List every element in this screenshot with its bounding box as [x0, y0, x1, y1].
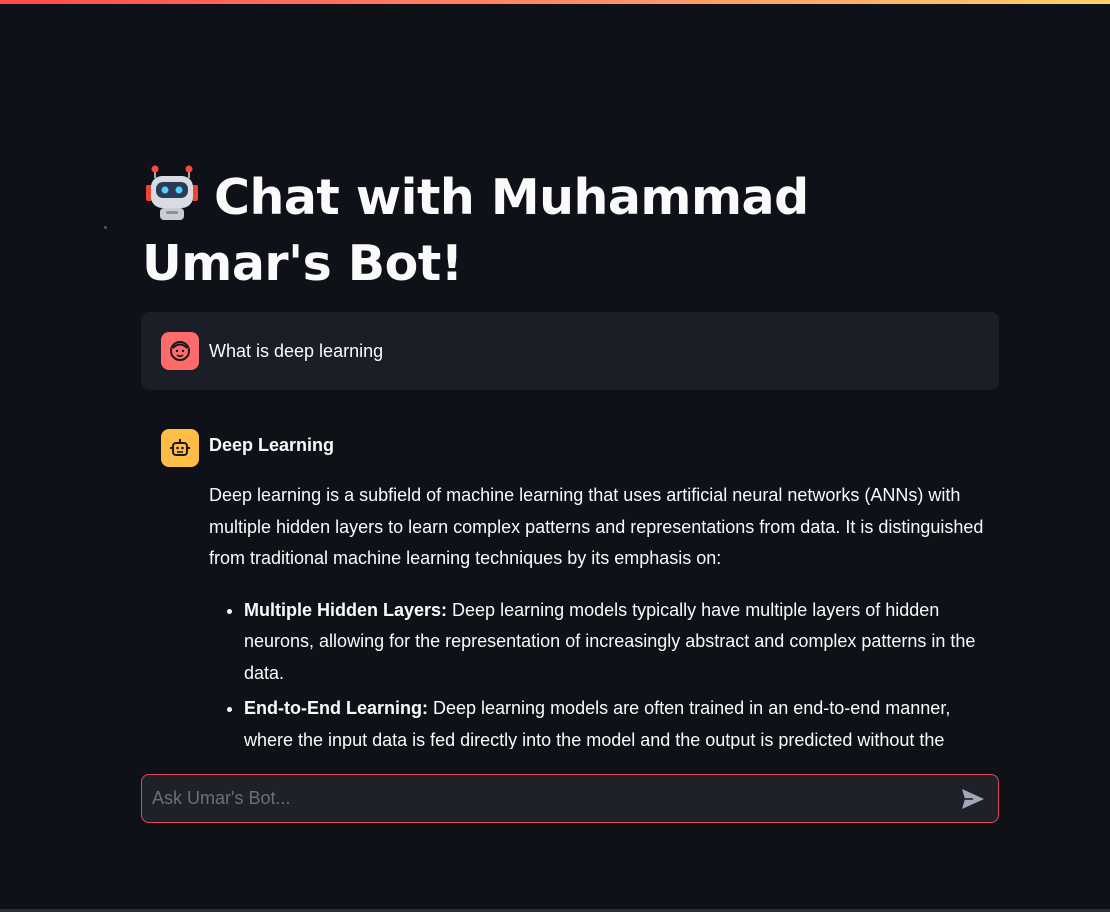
bot-message-paragraph: Deep learning is a subfield of machine l… — [209, 485, 984, 568]
bot-message: Deep Learning Deep learning is a subfiel… — [209, 431, 999, 749]
chat-input-container — [141, 774, 999, 823]
user-message: What is deep learning — [141, 312, 999, 390]
stray-pixel — [104, 226, 107, 229]
robot-emoji-icon — [142, 163, 202, 223]
user-face-icon — [170, 341, 190, 361]
user-avatar — [161, 332, 199, 370]
list-item-title: Multiple Hidden Layers: — [244, 599, 448, 620]
list-item: Multiple Hidden Layers: Deep learning mo… — [244, 595, 999, 690]
list-item-title: End-to-End Learning: — [244, 698, 428, 718]
app-root: Chat with Muhammad Umar's Bot! What is d… — [0, 0, 1110, 912]
bot-message-heading: Deep Learning — [209, 435, 335, 455]
top-decoration-bar — [0, 0, 1110, 4]
page-title: Chat with Muhammad Umar's Bot! — [142, 163, 1002, 297]
user-message-text: What is deep learning — [209, 341, 384, 361]
bot-avatar — [161, 429, 199, 467]
chat-input[interactable] — [152, 775, 942, 822]
bot-message-list: Multiple Hidden Layers: Deep learning mo… — [209, 595, 999, 750]
bot-face-icon — [170, 439, 190, 456]
list-item: End-to-End Learning: Deep learning model… — [244, 693, 999, 749]
page-title-text: Chat with Muhammad Umar's Bot! — [142, 169, 809, 292]
send-arrow-icon — [962, 789, 984, 809]
send-button[interactable] — [958, 784, 988, 814]
